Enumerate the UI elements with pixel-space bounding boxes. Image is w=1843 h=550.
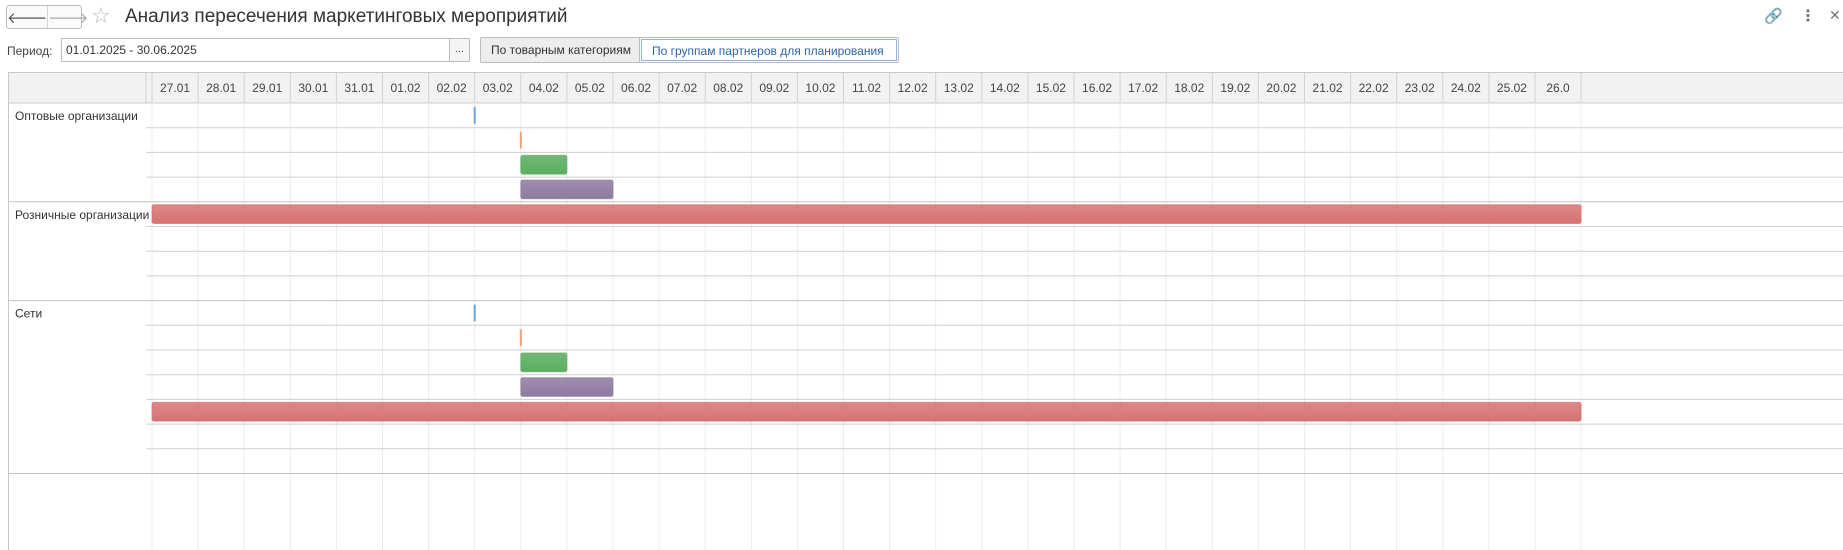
date-header-label: 27.01 bbox=[160, 81, 190, 95]
date-header-label: 19.02 bbox=[1220, 81, 1250, 95]
date-header-label: 08.02 bbox=[713, 81, 743, 95]
date-header-label: 31.01 bbox=[344, 81, 374, 95]
date-header-label: 13.02 bbox=[944, 81, 974, 95]
date-header-label: 11.02 bbox=[852, 81, 881, 95]
event-bar bbox=[520, 179, 614, 200]
marker-line bbox=[519, 131, 522, 149]
group-label: Оптовые организации bbox=[15, 109, 138, 123]
date-header-label: 25.02 bbox=[1497, 81, 1527, 95]
grouping-by-partner-group-button[interactable]: По группам партнеров для планирования bbox=[641, 39, 897, 61]
date-header-label: 03.02 bbox=[483, 81, 513, 95]
more-vertical-icon[interactable]: ⋮ bbox=[1800, 5, 1816, 27]
event-bar bbox=[520, 377, 614, 397]
group-label: Сети bbox=[15, 307, 42, 321]
link-icon[interactable]: 🔗 bbox=[1764, 5, 1783, 27]
arrow-left-icon: 🡐 bbox=[7, 8, 48, 27]
date-header-label: 23.02 bbox=[1405, 81, 1435, 95]
page-title: Анализ пересечения маркетинговых меропри… bbox=[125, 6, 568, 27]
close-icon[interactable]: ✕ bbox=[1829, 5, 1841, 27]
date-header-label: 15.02 bbox=[1036, 81, 1066, 95]
date-header-label: 05.02 bbox=[575, 81, 605, 95]
date-header-label: 29.01 bbox=[252, 81, 282, 95]
date-header-label: 01.02 bbox=[391, 81, 421, 95]
date-header-label: 07.02 bbox=[667, 81, 697, 95]
date-header-label: 09.02 bbox=[759, 81, 789, 95]
date-header-label: 06.02 bbox=[621, 81, 651, 95]
date-header-label: 16.02 bbox=[1082, 81, 1112, 95]
period-label: Период: bbox=[7, 44, 53, 58]
gantt-svg: 27.01 28.01 29.01 30.01 31.01 01.02 02.02 03.02… bbox=[9, 73, 1843, 550]
date-header-label: 18.02 bbox=[1174, 81, 1204, 95]
marker-line bbox=[473, 304, 476, 322]
event-bar bbox=[520, 352, 568, 373]
group-label: Розничные организации bbox=[15, 208, 149, 222]
period-input[interactable] bbox=[61, 38, 450, 62]
date-header-label: 26.0 bbox=[1546, 81, 1570, 95]
marker-line bbox=[519, 329, 522, 346]
date-header-label: 02.02 bbox=[437, 81, 467, 95]
favorite-star-icon[interactable]: ☆ bbox=[91, 3, 111, 31]
event-bar bbox=[151, 204, 1582, 225]
arrow-right-icon: 🡒 bbox=[48, 8, 89, 27]
period-picker-button[interactable]: ... bbox=[450, 38, 470, 62]
date-header-label: 20.02 bbox=[1266, 81, 1296, 95]
date-header-label: 22.02 bbox=[1359, 81, 1389, 95]
gantt-chart: 27.01 28.01 29.01 30.01 31.01 01.02 02.02 03.02… bbox=[8, 72, 1843, 550]
date-header-label: 10.02 bbox=[805, 81, 835, 95]
event-bar bbox=[520, 154, 568, 175]
grouping-switch: По товарным категориям По группам партне… bbox=[480, 37, 899, 63]
date-header-label: 28.01 bbox=[206, 81, 236, 95]
grouping-by-category-button[interactable]: По товарным категориям bbox=[481, 38, 640, 62]
navigation-buttons: 🡐 🡒 bbox=[6, 5, 88, 29]
marker-line bbox=[473, 107, 476, 124]
forward-button[interactable]: 🡒 bbox=[47, 6, 88, 28]
date-header-label: 04.02 bbox=[529, 81, 559, 95]
date-header-label: 17.02 bbox=[1128, 81, 1158, 95]
back-button[interactable]: 🡐 bbox=[7, 6, 47, 28]
date-header-label: 14.02 bbox=[990, 81, 1020, 95]
date-header-label: 30.01 bbox=[298, 81, 328, 95]
date-header-label: 21.02 bbox=[1313, 81, 1343, 95]
date-header-label: 12.02 bbox=[898, 81, 928, 95]
event-bar bbox=[151, 401, 1582, 422]
date-header-label: 24.02 bbox=[1451, 81, 1481, 95]
